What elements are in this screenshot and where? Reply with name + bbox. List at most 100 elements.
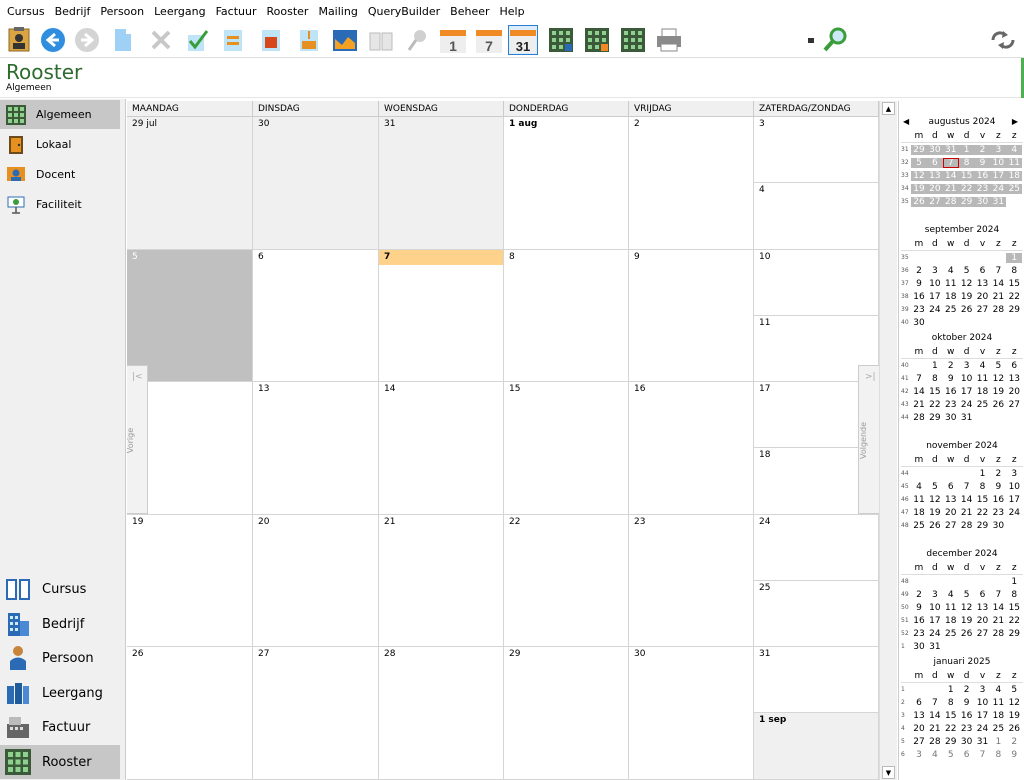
- vertical-scrollbar[interactable]: ▲ ▼: [879, 101, 897, 780]
- calendar-day-weekend[interactable]: 24: [754, 515, 879, 581]
- mini-calendar-day[interactable]: 3: [990, 144, 1007, 155]
- mini-calendar-day[interactable]: 30: [911, 642, 927, 652]
- mini-calendar-day[interactable]: 13: [926, 170, 943, 181]
- mini-calendar-day[interactable]: 9: [911, 279, 927, 289]
- nav-cursus[interactable]: Cursus: [0, 572, 120, 606]
- mini-calendar-day[interactable]: 4: [1006, 144, 1023, 155]
- mini-calendar-day[interactable]: 19: [1006, 711, 1022, 721]
- calendar-day[interactable]: 20: [253, 515, 379, 647]
- week-7-icon[interactable]: 7: [474, 25, 504, 55]
- menu-item-factuur[interactable]: Factuur: [211, 5, 262, 18]
- mini-calendar-day[interactable]: 28: [990, 629, 1006, 639]
- mini-calendar-day[interactable]: 13: [911, 711, 927, 721]
- mini-calendar-day[interactable]: 12: [911, 170, 927, 181]
- mini-calendar-day[interactable]: 7: [942, 157, 959, 168]
- mini-calendar-day[interactable]: 25: [943, 629, 959, 639]
- mini-calendar-day[interactable]: 16: [911, 616, 927, 626]
- mini-calendar-day[interactable]: 29: [943, 737, 959, 747]
- calendar-day[interactable]: 6: [253, 250, 379, 382]
- calendar-blue-icon[interactable]: [330, 25, 360, 55]
- mini-calendar-day[interactable]: 1: [958, 144, 975, 155]
- mini-calendar-day[interactable]: 6: [959, 750, 975, 760]
- mini-calendar-day[interactable]: 22: [943, 724, 959, 734]
- mini-calendar-day[interactable]: 23: [943, 400, 959, 410]
- mini-calendar-day[interactable]: 25: [911, 521, 927, 531]
- mini-calendar-day[interactable]: 1: [943, 685, 959, 695]
- mini-calendar-day[interactable]: 5: [911, 157, 927, 168]
- calendar-day[interactable]: 16: [629, 382, 754, 515]
- calendar-day[interactable]: 19: [127, 515, 253, 647]
- mini-calendar-day[interactable]: 15: [1006, 603, 1022, 613]
- menu-item-cursus[interactable]: Cursus: [2, 5, 50, 18]
- mini-calendar-day[interactable]: 15: [975, 495, 991, 505]
- mini-calendar-day[interactable]: 15: [943, 711, 959, 721]
- calendar-day[interactable]: 5: [127, 250, 253, 382]
- mini-calendar-day[interactable]: 26: [927, 521, 943, 531]
- mini-calendar-day[interactable]: 24: [927, 305, 943, 315]
- mini-calendar-day[interactable]: 10: [927, 279, 943, 289]
- mini-calendar-day[interactable]: 26: [911, 196, 927, 207]
- package-icon[interactable]: [256, 25, 286, 55]
- mini-calendar-day[interactable]: 11: [911, 495, 927, 505]
- mini-calendar-day[interactable]: 8: [958, 157, 975, 168]
- mini-calendar-day[interactable]: 29: [927, 413, 943, 423]
- mini-calendar-day[interactable]: 16: [959, 711, 975, 721]
- mini-calendar-day[interactable]: 29: [958, 196, 975, 207]
- mini-calendar-day[interactable]: 7: [911, 374, 927, 384]
- mini-calendar-day[interactable]: 12: [990, 374, 1006, 384]
- mini-calendar-day[interactable]: 24: [1006, 508, 1022, 518]
- mini-calendar-day[interactable]: 4: [927, 750, 943, 760]
- mini-calendar-day[interactable]: 14: [990, 603, 1006, 613]
- mini-calendar-day[interactable]: 1: [1006, 577, 1022, 587]
- scroll-up-icon[interactable]: ▲: [882, 102, 895, 115]
- mini-calendar-day[interactable]: 27: [943, 521, 959, 531]
- left-item-faciliteit[interactable]: Faciliteit: [0, 190, 120, 219]
- calendar-day-weekend[interactable]: 25: [754, 581, 879, 647]
- mini-calendar-day[interactable]: 1: [1006, 252, 1023, 263]
- mini-calendar-day[interactable]: 27: [1006, 400, 1022, 410]
- mini-calendar-day[interactable]: 22: [1006, 616, 1022, 626]
- mini-calendar-day[interactable]: 17: [927, 292, 943, 302]
- mini-calendar-day[interactable]: 28: [942, 196, 959, 207]
- mini-calendar-day[interactable]: 27: [926, 196, 943, 207]
- menu-item-rooster[interactable]: Rooster: [262, 5, 314, 18]
- mini-calendar-day[interactable]: 25: [1006, 183, 1023, 194]
- left-item-lokaal[interactable]: Lokaal: [0, 130, 120, 159]
- book-icon[interactable]: [366, 25, 396, 55]
- left-item-docent[interactable]: Docent: [0, 160, 120, 189]
- mini-calendar-day[interactable]: 22: [1006, 292, 1022, 302]
- mini-calendar-day[interactable]: 20: [943, 508, 959, 518]
- mini-calendar-day[interactable]: 10: [975, 698, 991, 708]
- mini-calendar-day[interactable]: 21: [990, 292, 1006, 302]
- mini-calendar-day[interactable]: 18: [1006, 170, 1023, 181]
- calendar-day-weekend[interactable]: 3: [754, 117, 879, 183]
- mini-calendar-day[interactable]: 13: [943, 495, 959, 505]
- mini-calendar-day[interactable]: 12: [959, 603, 975, 613]
- mini-calendar-day[interactable]: 16: [943, 387, 959, 397]
- mini-calendar-day[interactable]: 24: [990, 183, 1007, 194]
- mini-calendar-day[interactable]: 17: [990, 170, 1007, 181]
- mini-calendar-day[interactable]: 2: [943, 361, 959, 371]
- mini-calendar-day[interactable]: 1: [990, 737, 1006, 747]
- mini-calendar-day[interactable]: 4: [975, 361, 991, 371]
- mini-calendar-day[interactable]: 21: [959, 508, 975, 518]
- mini-calendar-day[interactable]: 13: [1006, 374, 1022, 384]
- mini-calendar-day[interactable]: 21: [927, 724, 943, 734]
- mini-calendar-day[interactable]: 5: [927, 482, 943, 492]
- id-badge-icon[interactable]: [4, 25, 34, 55]
- mini-calendar-day[interactable]: 19: [911, 183, 927, 194]
- mini-calendar-day[interactable]: 5: [990, 361, 1006, 371]
- day-1-icon[interactable]: 1: [438, 25, 468, 55]
- mini-calendar-day[interactable]: 9: [974, 157, 991, 168]
- mini-calendar-day[interactable]: 18: [975, 387, 991, 397]
- mini-calendar-day[interactable]: 17: [975, 711, 991, 721]
- mini-calendar-day[interactable]: 12: [927, 495, 943, 505]
- mini-calendar-day[interactable]: 14: [990, 279, 1006, 289]
- mini-calendar-day[interactable]: 9: [943, 374, 959, 384]
- mini-calendar-day[interactable]: 30: [990, 521, 1006, 531]
- mini-calendar-day[interactable]: 28: [927, 737, 943, 747]
- mini-calendar-day[interactable]: 3: [927, 590, 943, 600]
- mini-calendar-day[interactable]: 29: [911, 144, 927, 155]
- mini-calendar-day[interactable]: 21: [942, 183, 959, 194]
- mini-calendar-day[interactable]: 11: [1006, 157, 1023, 168]
